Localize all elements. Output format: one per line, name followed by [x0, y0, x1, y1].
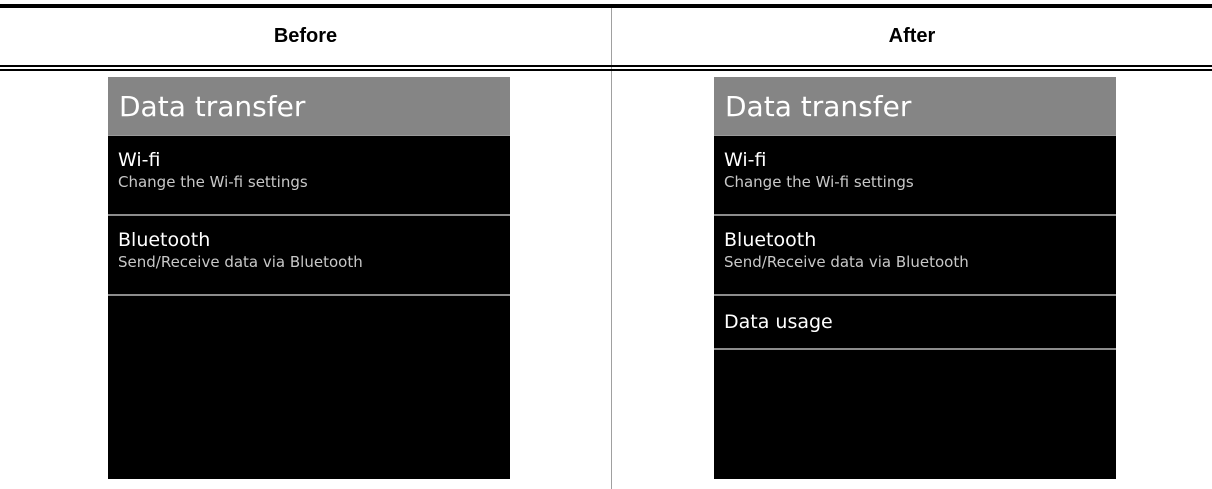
list-item-subtitle: Change the Wi-fi settings [724, 173, 914, 191]
after-column-header: After [888, 25, 936, 47]
list-item-data-usage[interactable]: Data usage [714, 296, 1116, 350]
list-item-subtitle: Change the Wi-fi settings [118, 173, 308, 191]
column-divider [611, 8, 612, 489]
list-item-title: Bluetooth [118, 229, 211, 251]
before-screen: Data transfer Wi-fi Change the Wi-fi set… [108, 77, 510, 479]
list-item-title: Wi-fi [724, 149, 767, 171]
list-item-subtitle: Send/Receive data via Bluetooth [118, 253, 363, 271]
before-column-header: Before [273, 25, 338, 47]
screen-title: Data transfer [714, 77, 1116, 136]
list-item-wifi[interactable]: Wi-fi Change the Wi-fi settings [108, 136, 510, 216]
list-item-wifi[interactable]: Wi-fi Change the Wi-fi settings [714, 136, 1116, 216]
header-rule-double [0, 69, 1212, 71]
list-item-title: Wi-fi [118, 149, 161, 171]
screen-title: Data transfer [108, 77, 510, 136]
list-item-title: Data usage [724, 311, 833, 333]
list-item-bluetooth[interactable]: Bluetooth Send/Receive data via Bluetoot… [108, 216, 510, 296]
after-screen: Data transfer Wi-fi Change the Wi-fi set… [714, 77, 1116, 479]
header-rule [0, 65, 1212, 67]
list-item-subtitle: Send/Receive data via Bluetooth [724, 253, 969, 271]
list-item-title: Bluetooth [724, 229, 817, 251]
list-item-bluetooth[interactable]: Bluetooth Send/Receive data via Bluetoot… [714, 216, 1116, 296]
